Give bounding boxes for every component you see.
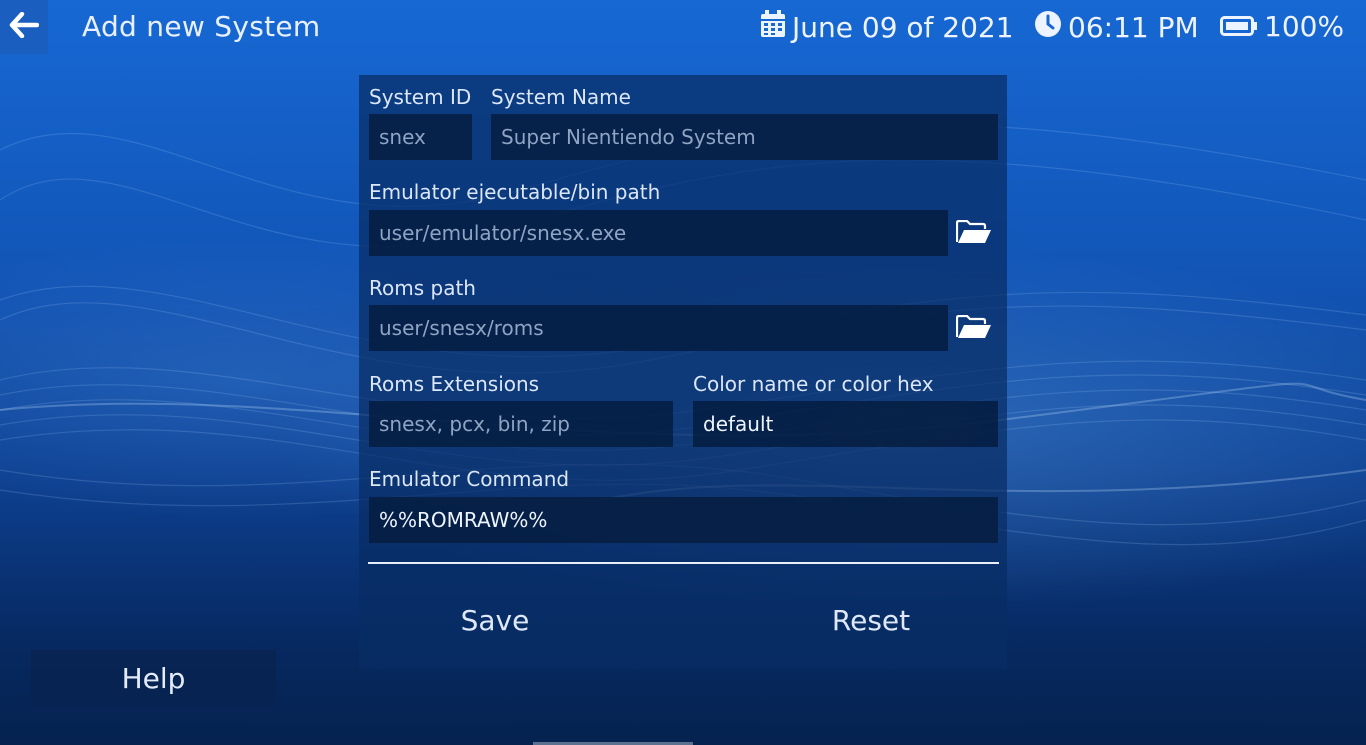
folder-open-icon bbox=[955, 314, 992, 343]
back-button[interactable] bbox=[0, 0, 48, 54]
date-display: June 09 of 2021 bbox=[760, 10, 1014, 45]
form-divider bbox=[368, 562, 999, 564]
help-button[interactable]: Help bbox=[31, 650, 276, 707]
color-input[interactable]: default bbox=[693, 401, 998, 447]
time-display: 06:11 PM bbox=[1034, 10, 1199, 45]
reset-button[interactable]: Reset bbox=[741, 580, 1001, 660]
system-name-input[interactable]: Super Nientiendo System bbox=[491, 114, 998, 160]
page-title: Add new System bbox=[82, 10, 321, 43]
system-id-input[interactable]: snex bbox=[369, 114, 472, 160]
clock-icon bbox=[1034, 10, 1068, 45]
emulator-command-input[interactable]: %%ROMRAW%% bbox=[369, 497, 998, 543]
emulator-path-label: Emulator ejecutable/bin path bbox=[369, 180, 661, 204]
browse-emulator-button[interactable] bbox=[955, 219, 993, 249]
time-text: 06:11 PM bbox=[1068, 11, 1199, 44]
browse-roms-button[interactable] bbox=[955, 314, 993, 344]
battery-display: 100% bbox=[1220, 10, 1344, 43]
calendar-icon bbox=[760, 10, 792, 45]
roms-extensions-label: Roms Extensions bbox=[369, 372, 540, 396]
folder-open-icon bbox=[955, 219, 992, 248]
emulator-command-label: Emulator Command bbox=[369, 467, 570, 491]
save-button[interactable]: Save bbox=[365, 580, 625, 660]
color-label: Color name or color hex bbox=[693, 372, 934, 396]
system-id-label: System ID bbox=[369, 85, 472, 109]
roms-path-input[interactable]: user/snesx/roms bbox=[369, 305, 948, 351]
battery-text: 100% bbox=[1264, 10, 1345, 43]
battery-icon bbox=[1220, 10, 1264, 43]
arrow-left-icon bbox=[9, 11, 40, 42]
emulator-path-input[interactable]: user/emulator/snesx.exe bbox=[369, 210, 948, 256]
roms-path-label: Roms path bbox=[369, 276, 476, 300]
roms-extensions-input[interactable]: snesx, pcx, bin, zip bbox=[369, 401, 673, 447]
add-system-form: System ID System Name snex Super Nientie… bbox=[359, 75, 1007, 669]
date-text: June 09 of 2021 bbox=[792, 11, 1014, 44]
system-name-label: System Name bbox=[491, 85, 631, 109]
